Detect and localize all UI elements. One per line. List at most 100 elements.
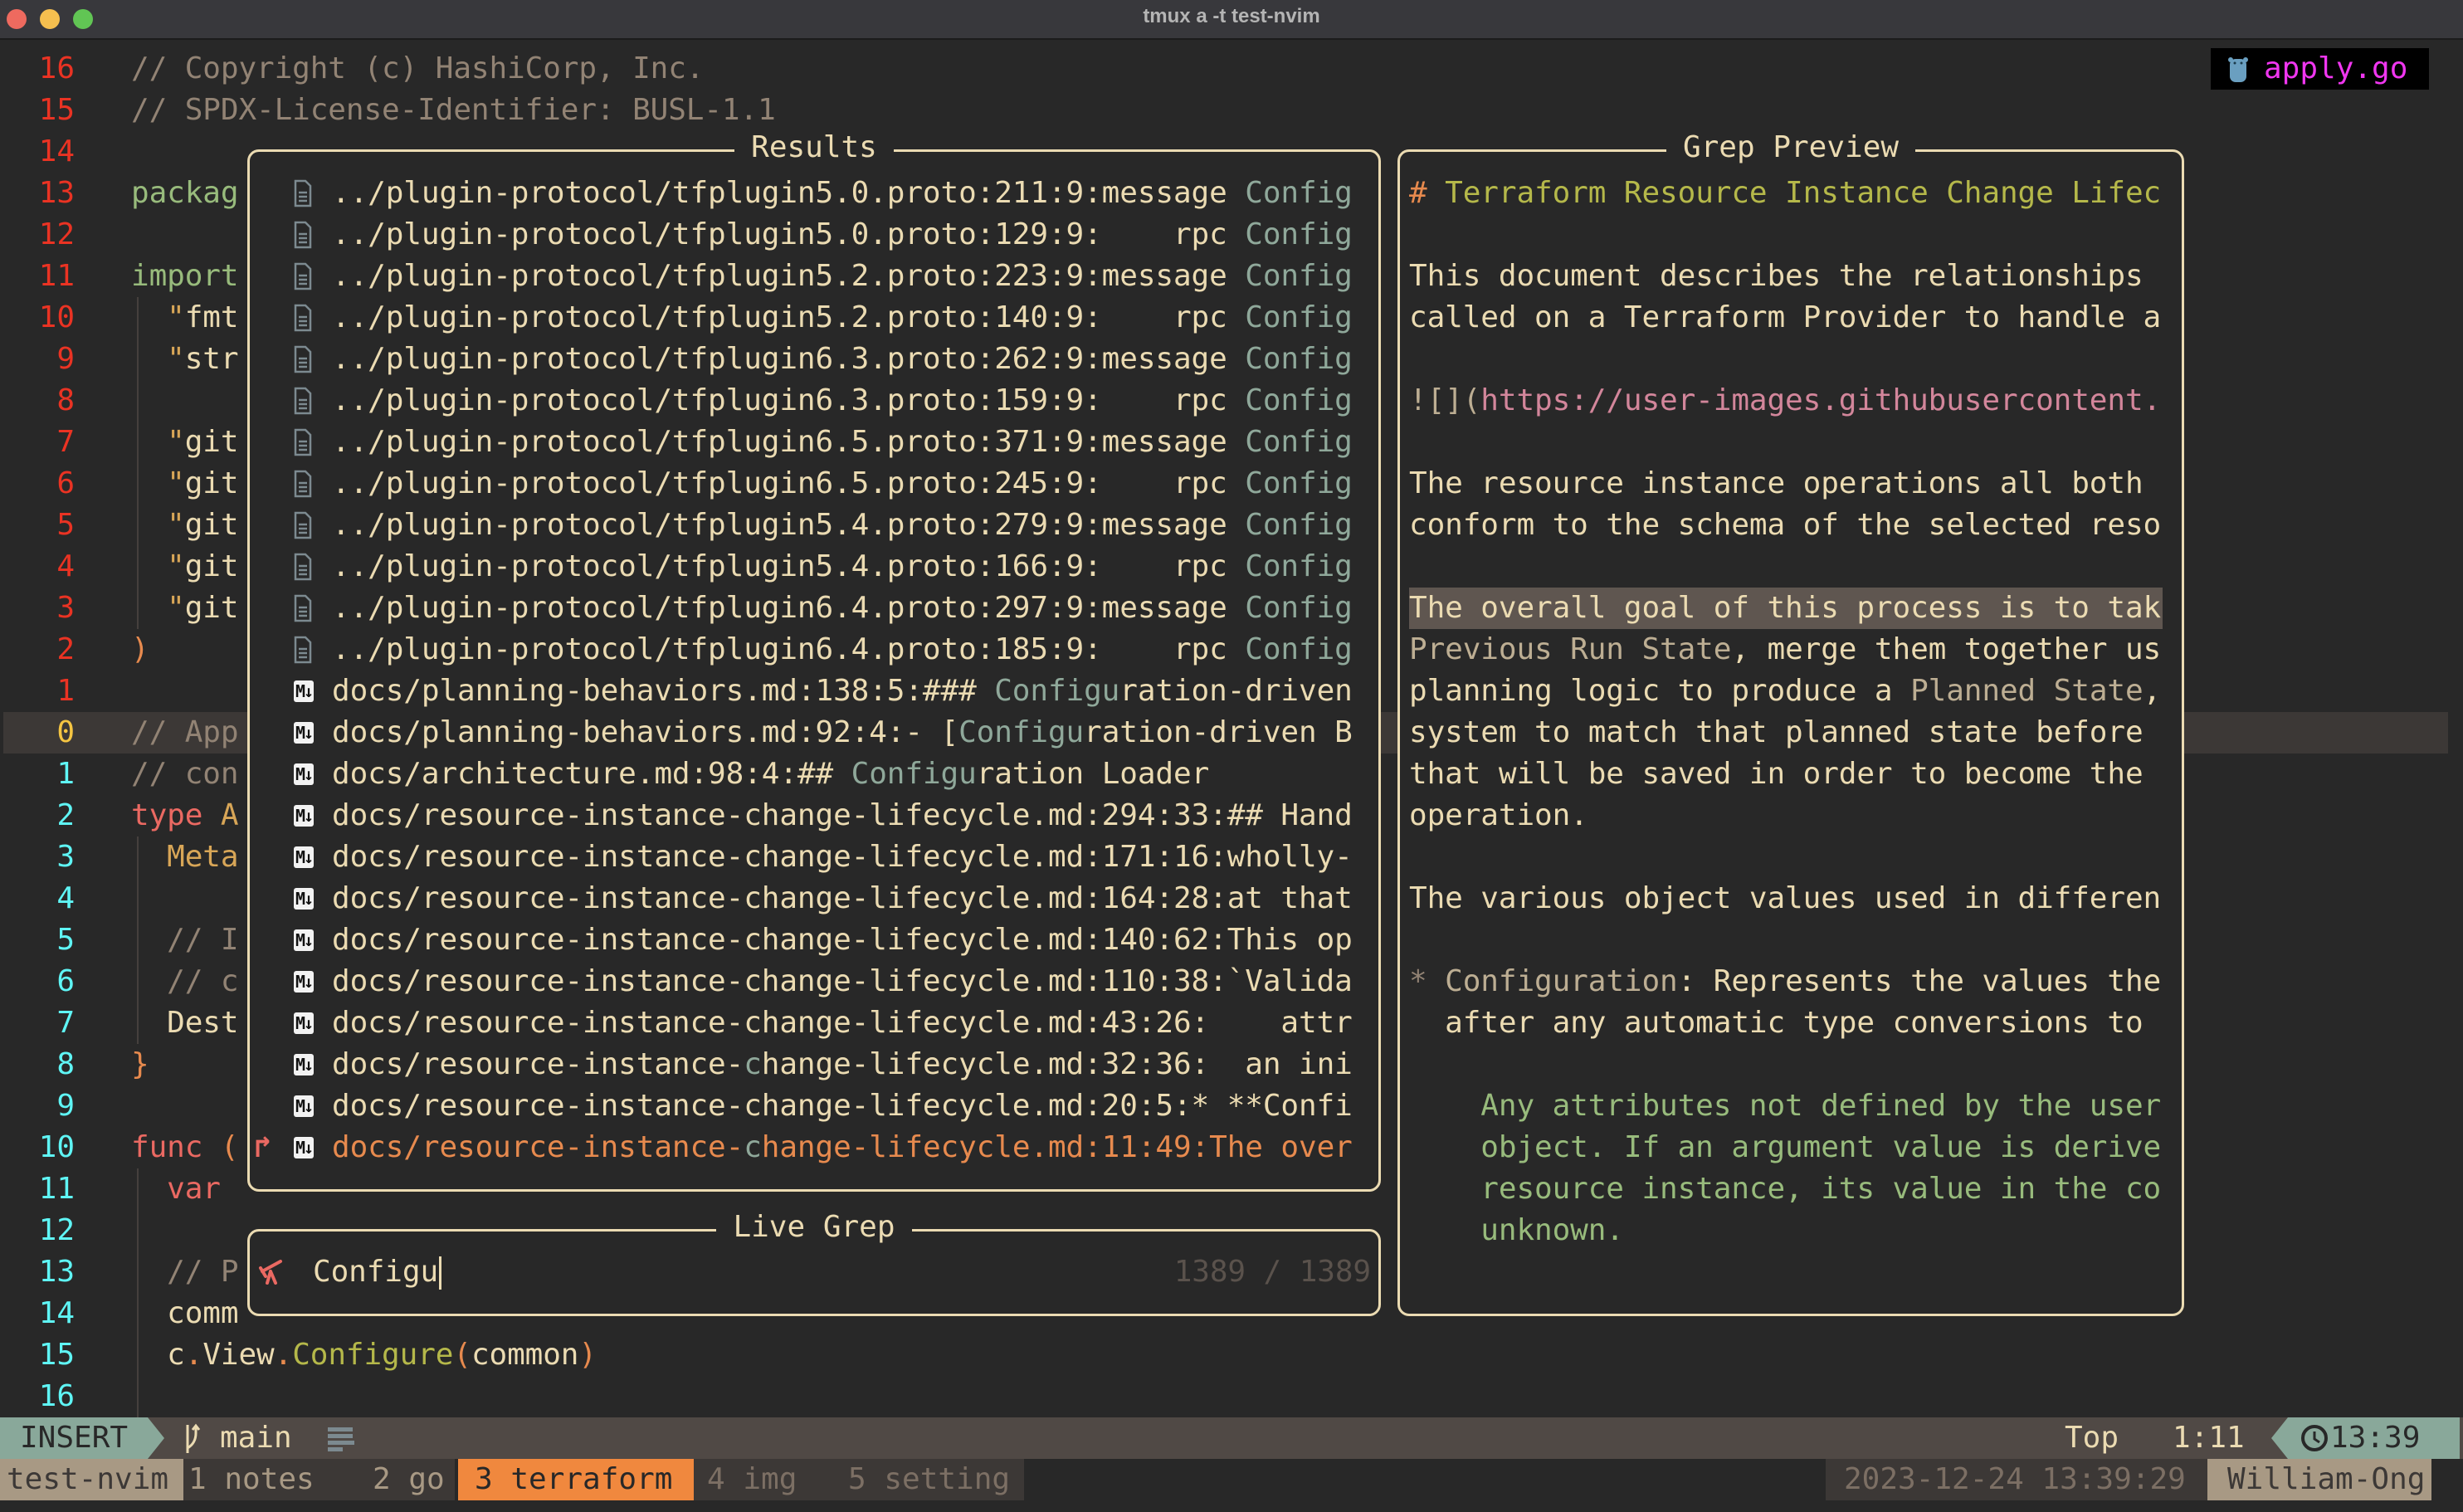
text-segment: // App — [131, 715, 239, 749]
preview-line: system to match that planned state befor… — [1409, 712, 2144, 754]
text-segment: " — [131, 549, 185, 583]
code-line: // con — [131, 754, 239, 795]
prompt-row: Configu 1389 / 1389 — [0, 1251, 2463, 1293]
text-segment: ../plugin-protocol/tfplugin5.0.proto:211… — [332, 176, 1246, 210]
line-number: 14 — [38, 134, 75, 168]
text-segment: ../plugin-protocol/tfplugin5.4.proto:279… — [332, 508, 1246, 542]
mode-separator — [148, 1417, 164, 1459]
line-number: 7 — [56, 1006, 75, 1040]
code-line: // c — [131, 961, 238, 1002]
line-number: 15 — [38, 93, 75, 127]
markdown-icon: M↓ — [294, 763, 314, 785]
text-segment: // con — [131, 757, 239, 791]
text-segment: Terraform Resource Instance Change Lifec — [1445, 176, 2162, 210]
result-text: ../plugin-protocol/tfplugin5.0.proto:129… — [332, 214, 1353, 256]
text-segment: Config — [1245, 508, 1353, 542]
text-segment: docs/resource-instance- — [332, 1130, 744, 1164]
text-segment: ../plugin-protocol/tfplugin5.0.proto:129… — [332, 217, 1246, 251]
result-text: ../plugin-protocol/tfplugin6.4.proto:297… — [332, 588, 1353, 629]
clock-icon — [2301, 1425, 2328, 1451]
text-segment: This document describes the relationship… — [1409, 259, 2144, 293]
line-number: 10 — [38, 1130, 75, 1164]
file-name: apply.go — [2264, 51, 2408, 85]
search-input[interactable]: Configu — [313, 1251, 438, 1293]
text-segment: https://user-images.githubusercontent. — [1480, 383, 2162, 417]
file-icon — [294, 470, 312, 498]
text-segment: Dest — [131, 1006, 239, 1040]
git-branch-name[interactable]: main — [220, 1417, 292, 1459]
preview-line: The various object values used in differ… — [1409, 878, 2161, 919]
text-segment: Meta — [131, 840, 239, 874]
text-segment: , merge them together us — [1731, 632, 2162, 666]
markdown-icon: M↓ — [294, 1137, 314, 1158]
line-number: 8 — [56, 383, 75, 417]
gopher-icon — [2228, 57, 2248, 82]
text-segment: object. If an argument value is derive — [1409, 1130, 2162, 1164]
statusline: INSERT main Top 1:11 13:39 — [0, 1417, 2463, 1459]
text-segment: docs/resource-instance-change-lifecycle.… — [332, 881, 1353, 915]
file-icon — [294, 428, 312, 456]
result-text: ../plugin-protocol/tfplugin6.4.proto:185… — [332, 629, 1353, 671]
result-text: ../plugin-protocol/tfplugin5.4.proto:279… — [332, 505, 1353, 546]
file-icon — [294, 345, 312, 373]
line-number: 2 — [56, 632, 75, 666]
text-segment: docs/resource-instance- — [332, 1047, 744, 1081]
text-segment: Configuration — [1445, 964, 1678, 998]
text-segment: : Represents the values the — [1677, 964, 2162, 998]
preview-line: after any automatic type conversions to — [1409, 1002, 2144, 1044]
text-segment: " — [131, 508, 185, 542]
result-text: docs/architecture.md:98:4:## Configurati… — [332, 754, 1209, 795]
text-segment: c — [744, 1047, 762, 1081]
text-segment: after any automatic type conversions to — [1409, 1006, 2144, 1040]
git-branch-icon — [186, 1423, 201, 1453]
result-text: docs/resource-instance-change-lifecycle.… — [332, 878, 1353, 919]
text-segment: ration-driven B — [1084, 715, 1353, 749]
text-segment: ration-driven — [1119, 674, 1353, 708]
text-segment: git — [184, 466, 239, 500]
text-segment: ![]( — [1409, 383, 1481, 417]
file-icon — [294, 304, 312, 332]
line-number: 8 — [56, 1047, 75, 1081]
file-icon — [294, 511, 312, 539]
preview-line: resource instance, its value in the co — [1409, 1168, 2161, 1210]
match-count: 1389 / 1389 — [1173, 1255, 1371, 1289]
text-segment: . — [274, 1338, 293, 1372]
text-segment: Config — [1245, 176, 1353, 210]
text-segment: View — [202, 1338, 275, 1372]
result-text: docs/resource-instance-change-lifecycle.… — [332, 836, 1353, 878]
text-segment: Config — [1245, 342, 1353, 376]
text-segment: ../plugin-protocol/tfplugin5.2.proto:223… — [332, 259, 1246, 293]
text-segment: common — [471, 1338, 579, 1372]
code-line: "git — [131, 463, 238, 505]
text-segment: git — [184, 549, 239, 583]
file-name-tag: apply.go — [2211, 48, 2429, 90]
text-segment: . — [184, 1338, 203, 1372]
text-segment: planning logic to produce a — [1409, 674, 1911, 708]
markdown-icon: M↓ — [294, 971, 314, 993]
text-segment: " — [131, 342, 185, 376]
code-line: // I — [131, 919, 238, 961]
text-segment: " — [131, 466, 185, 500]
line-number: 9 — [56, 342, 75, 376]
preview-line: called on a Terraform Provider to handle… — [1409, 297, 2161, 339]
markdown-icon: M↓ — [294, 888, 314, 910]
text-segment: // I — [131, 923, 239, 957]
text-segment: Configure — [292, 1338, 454, 1372]
markdown-icon: M↓ — [294, 805, 314, 827]
text-segment: ../plugin-protocol/tfplugin6.4.proto:297… — [332, 591, 1246, 625]
text-segment: called on a Terraform Provider to handle… — [1409, 300, 2162, 334]
line-number: 10 — [38, 300, 75, 334]
text-segment: that will be saved in order to become th… — [1409, 757, 2144, 791]
tmux-statusbar: test-nvim 1 notes 2 go 3 terraform 4 img 5 s… — [0, 1459, 2463, 1500]
text-segment: ../plugin-protocol/tfplugin6.5.proto:371… — [332, 425, 1246, 459]
text-segment: func — [131, 1130, 221, 1164]
file-icon — [294, 387, 312, 415]
text-segment: Config — [1245, 425, 1353, 459]
markdown-icon: M↓ — [294, 1095, 314, 1117]
line-number: 2 — [56, 798, 75, 832]
code-line: packag — [131, 173, 239, 214]
text-segment: hange-lifecycle.md:11:49:The over — [761, 1130, 1353, 1164]
code-line: "fmt — [131, 297, 238, 339]
preview-line: object. If an argument value is derive — [1409, 1127, 2161, 1168]
text-segment: Config — [1245, 466, 1353, 500]
